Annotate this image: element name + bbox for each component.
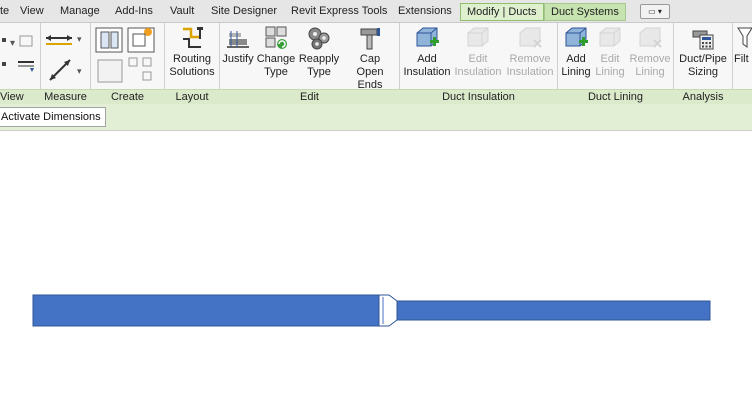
edit-insulation-icon [467, 27, 489, 47]
remove-lining-label-2: Lining [635, 66, 665, 78]
edit-lining-label-2: Lining [595, 66, 625, 78]
justify-button[interactable]: Justify [221, 25, 255, 66]
filter-button[interactable]: Filt [734, 25, 752, 66]
reapply-type-label-1: Reapply [298, 53, 340, 65]
change-type-label-1: Change [256, 53, 296, 65]
add-lining-button[interactable]: Add Lining [559, 25, 593, 79]
add-lining-label-1: Add [566, 53, 586, 65]
calculator-icon [692, 30, 714, 50]
cap-open-ends-label-1: Cap [359, 53, 381, 65]
change-type-label-2: Type [264, 66, 288, 78]
filter-label: Filt [734, 53, 749, 65]
reapply-type-icon [308, 27, 330, 50]
routing-solutions-label-2: Solutions [169, 66, 215, 78]
group-label-duct-lining: Duct Lining [587, 91, 644, 103]
group-label-measure: Measure [44, 91, 87, 103]
duct-segment-large [32, 294, 380, 327]
duct-segment-small [396, 300, 711, 321]
change-type-icon [265, 26, 287, 49]
tab-manage[interactable]: Manage [60, 2, 100, 20]
add-insulation-label-1: Add [417, 53, 437, 65]
edit-insulation-button[interactable]: Edit Insulation [453, 25, 503, 79]
group-label-duct-insulation: Duct Insulation [442, 91, 515, 103]
duct-drawing [32, 294, 711, 327]
tab-extensions[interactable]: Extensions [398, 2, 452, 20]
remove-lining-button[interactable]: Remove Lining [627, 25, 673, 79]
svg-text:▾: ▾ [77, 66, 82, 76]
reapply-type-label-2: Type [307, 66, 331, 78]
svg-text:▾: ▾ [77, 34, 82, 44]
activate-dimensions-button[interactable]: Activate Dimensions [0, 107, 106, 127]
justify-label: Justify [222, 53, 254, 65]
remove-insulation-icon [519, 27, 542, 48]
edit-insulation-label-2: Insulation [454, 66, 502, 78]
group-label-analysis: Analysis [682, 91, 724, 103]
measure-tools-icon[interactable]: ▾ ▾ [44, 28, 86, 88]
filter-icon [737, 27, 752, 48]
edit-insulation-label-1: Edit [468, 53, 488, 65]
tab-add-ins[interactable]: Add-Ins [115, 2, 153, 20]
ribbon-tab-bar: te View Manage Add-Ins Vault Site Design… [0, 0, 752, 23]
view-tools-icon[interactable]: ▾ [0, 28, 40, 88]
tab-duct-systems[interactable]: Duct Systems [544, 3, 626, 21]
edit-lining-icon [599, 27, 621, 47]
duct-pipe-sizing-label-2: Sizing [688, 66, 718, 78]
change-type-button[interactable]: Change Type [256, 25, 296, 79]
routing-solutions-label-1: Routing [173, 53, 211, 65]
remove-lining-label-1: Remove [629, 53, 671, 65]
tab-vault[interactable]: Vault [170, 2, 194, 20]
remove-lining-icon [639, 27, 662, 48]
tab-site-designer[interactable]: Site Designer [211, 2, 277, 20]
svg-text:▾: ▾ [10, 38, 15, 49]
add-lining-icon [565, 27, 588, 47]
options-bar: Activate Dimensions [0, 104, 752, 131]
group-label-create: Create [110, 91, 145, 103]
cap-open-ends-button[interactable]: Cap Open Ends [343, 25, 397, 92]
add-insulation-label-2: Insulation [403, 66, 451, 78]
edit-lining-button[interactable]: Edit Lining [594, 25, 626, 79]
add-insulation-button[interactable]: Add Insulation [402, 25, 452, 79]
group-label-layout: Layout [175, 91, 209, 103]
group-label-view: View [0, 91, 24, 103]
routing-solutions-icon [183, 27, 203, 48]
cap-open-ends-icon [360, 28, 380, 50]
tab-revit-express-tools[interactable]: Revit Express Tools [291, 2, 387, 20]
remove-insulation-label-1: Remove [509, 53, 551, 65]
add-insulation-icon [416, 27, 439, 47]
group-label-edit: Edit [300, 91, 319, 103]
reapply-type-button[interactable]: Reapply Type [297, 25, 341, 79]
tab-partial[interactable]: te [0, 2, 9, 20]
duct-pipe-sizing-button[interactable]: Duct/Pipe Sizing [676, 25, 730, 79]
create-tools-icon[interactable] [93, 26, 159, 88]
routing-solutions-button[interactable]: Routing Solutions [167, 25, 217, 79]
remove-insulation-label-2: Insulation [506, 66, 554, 78]
ribbon-display-toggle-icon[interactable]: ▭ ▾ [640, 4, 670, 19]
edit-lining-label-1: Edit [600, 53, 620, 65]
add-lining-label-2: Lining [561, 66, 591, 78]
justify-icon [227, 31, 249, 48]
duct-transition-fitting [378, 294, 398, 327]
duct-pipe-sizing-label-1: Duct/Pipe [679, 53, 727, 65]
tab-modify-ducts[interactable]: Modify | Ducts [460, 3, 544, 21]
remove-insulation-button[interactable]: Remove Insulation [505, 25, 555, 79]
tab-view[interactable]: View [20, 2, 44, 20]
drawing-canvas[interactable] [0, 131, 752, 404]
